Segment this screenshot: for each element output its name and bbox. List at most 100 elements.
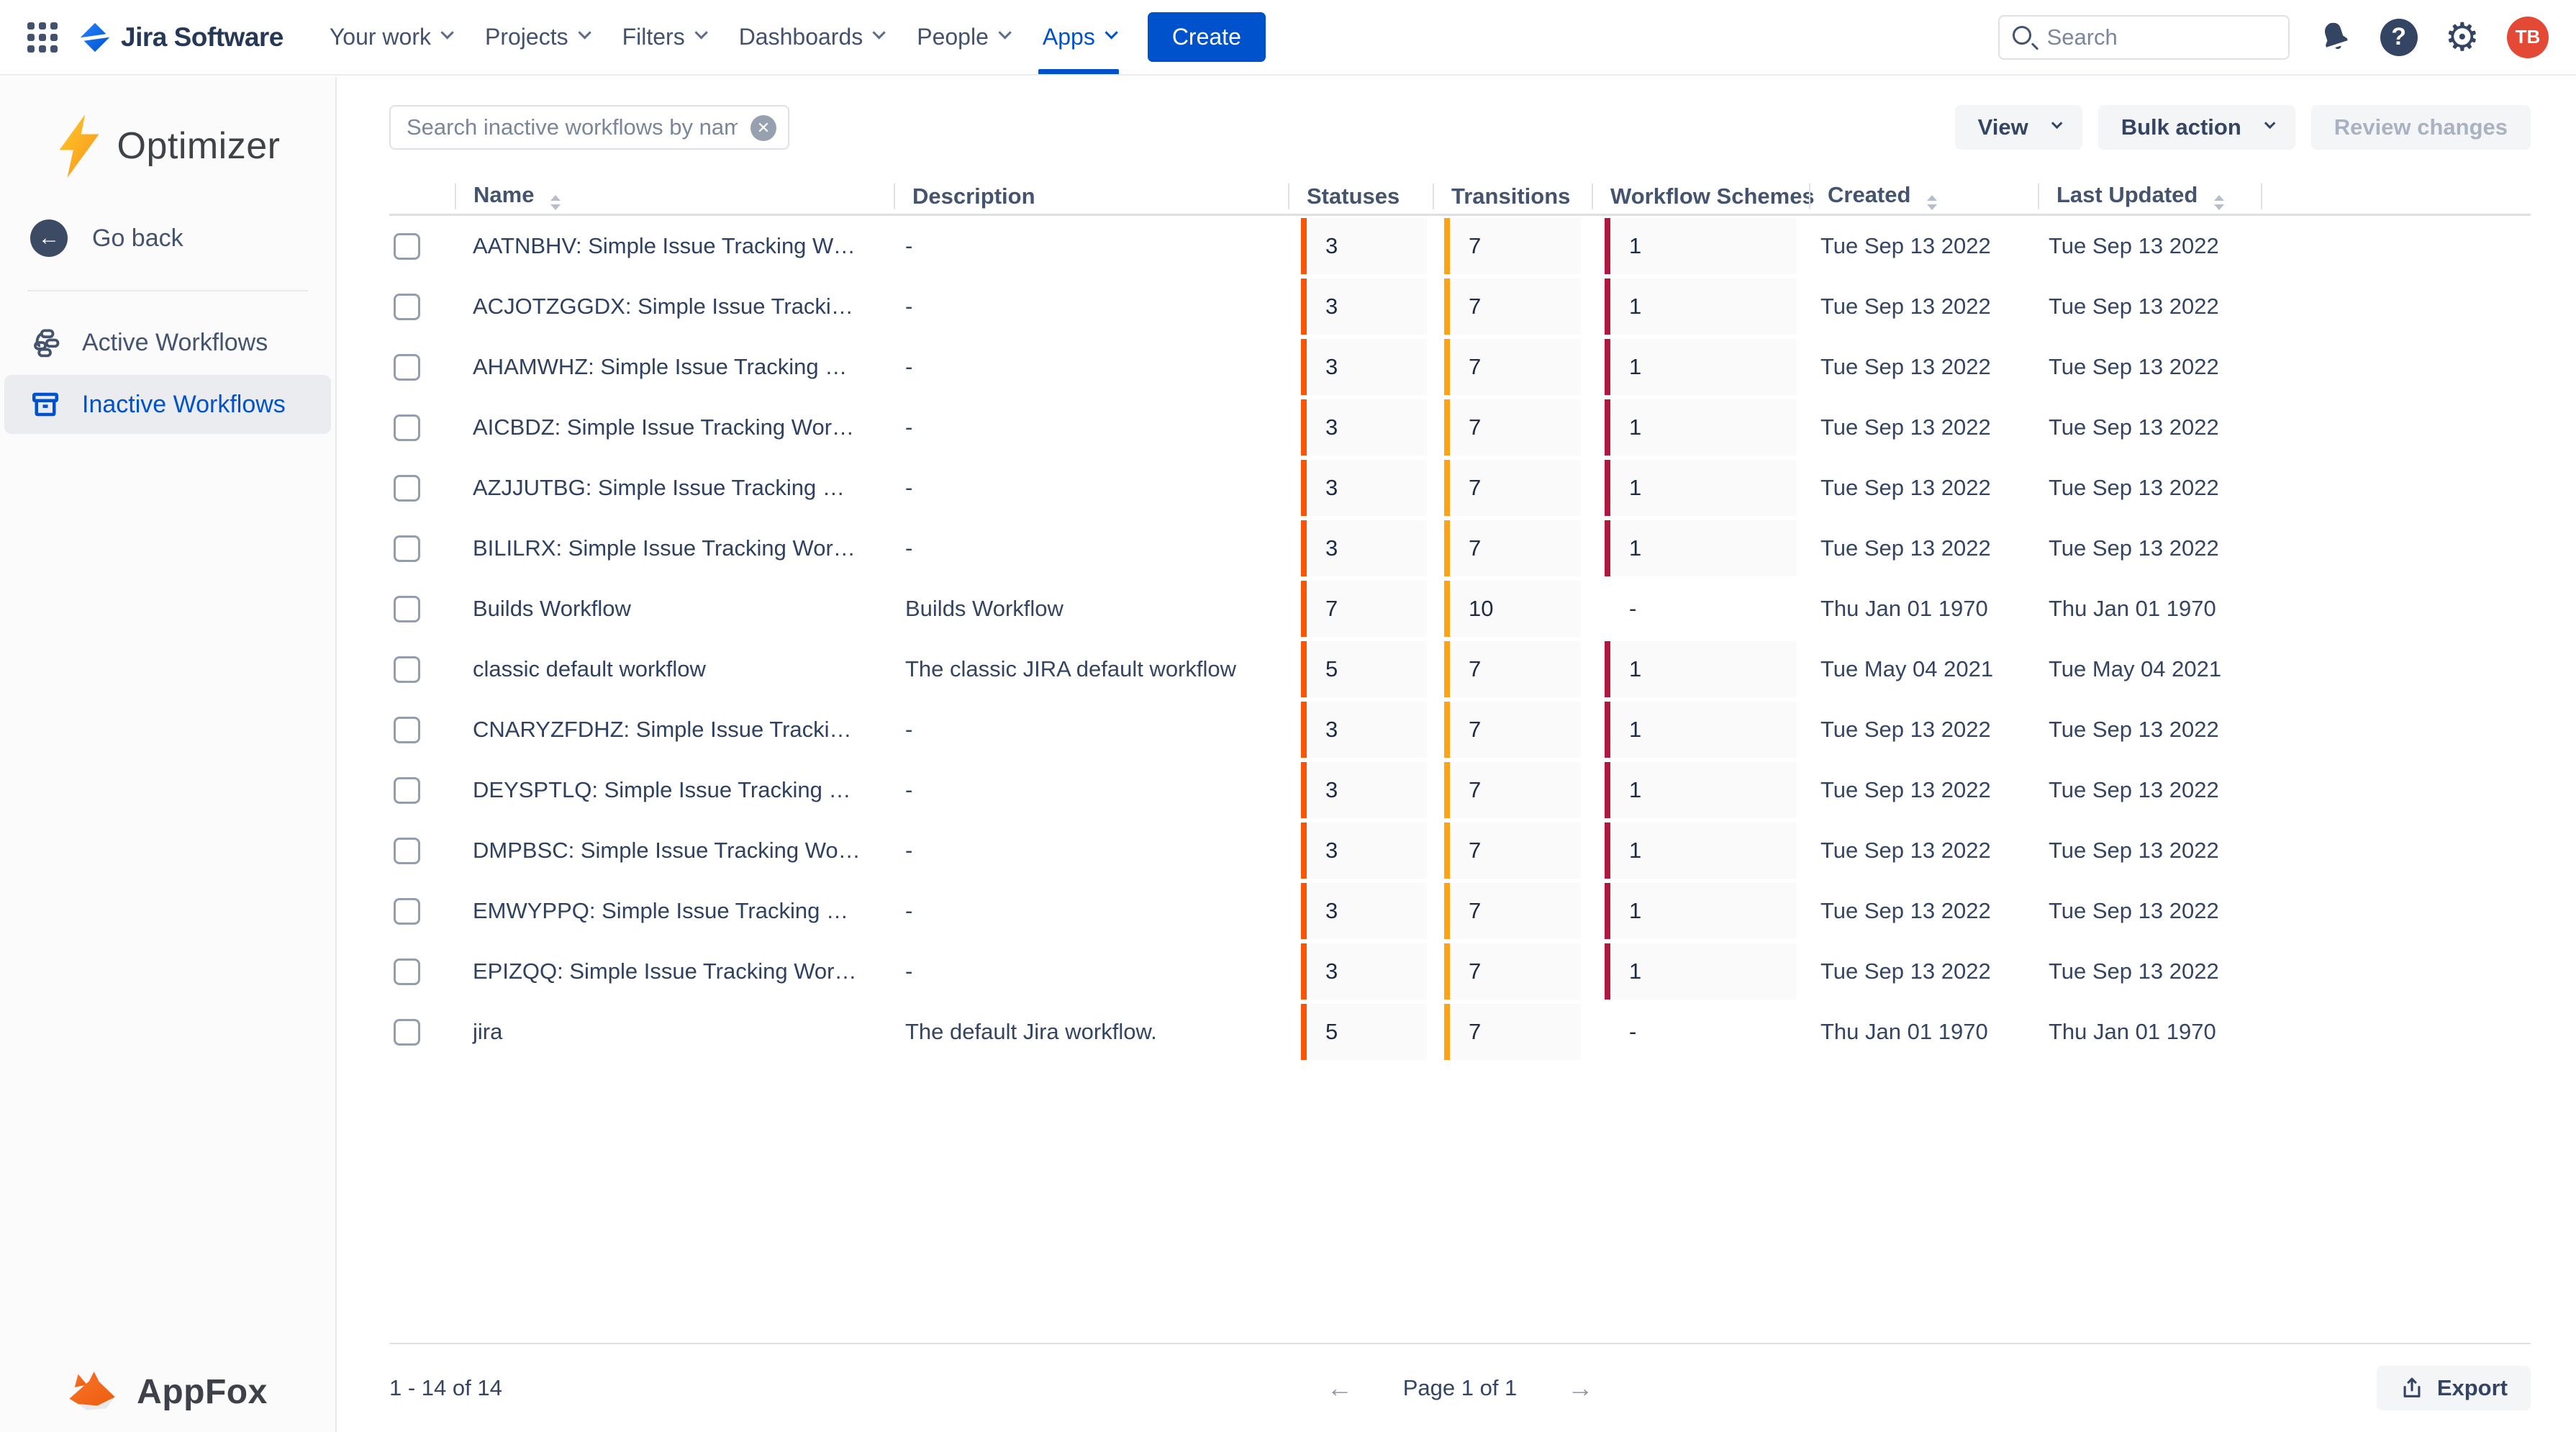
table-row[interactable]: ACJOTZGGDX: Simple Issue Tracking Workfl… [389,276,2531,337]
settings-gear-icon[interactable]: ⚙ [2445,18,2480,57]
row-checkbox[interactable] [394,838,420,864]
workflow-search-input[interactable] [389,105,789,150]
help-icon[interactable]: ? [2380,19,2418,56]
column-header-statuses: Statuses [1288,183,1433,209]
column-header-last-updated[interactable]: Last Updated [2038,182,2261,210]
table-row[interactable]: jira The default Jira workflow. 5 7 - Th… [389,1002,2531,1062]
global-search-input[interactable] [1998,15,2290,60]
table-row[interactable]: AICBDZ: Simple Issue Tracking Workflow -… [389,397,2531,458]
table-row[interactable]: classic default workflow The classic JIR… [389,639,2531,699]
workflow-description: - [894,898,1288,924]
created-date: Thu Jan 01 1970 [1809,1019,2038,1045]
workflow-name[interactable]: AATNBHV: Simple Issue Tracking Workflow [455,233,894,259]
table-row[interactable]: AHAMWHZ: Simple Issue Tracking Workflow … [389,337,2531,397]
fox-icon [68,1370,124,1413]
row-checkbox[interactable] [394,1019,420,1046]
table-row[interactable]: AATNBHV: Simple Issue Tracking Workflow … [389,216,2531,276]
clear-search-icon[interactable]: ✕ [750,115,776,141]
workflow-name[interactable]: jira [455,1019,894,1045]
table-header-row: Name Description Statuses Transitions Wo… [389,178,2531,216]
workflow-name[interactable]: BILILRX: Simple Issue Tracking Workflow [455,535,894,561]
nav-item-projects[interactable]: Projects [468,0,605,74]
bulk-action-button[interactable]: Bulk action [2098,105,2295,150]
last-updated-date: Tue Sep 13 2022 [2038,898,2261,924]
app-switcher-icon[interactable] [27,22,58,53]
sidebar-divider [27,290,308,291]
column-header-created[interactable]: Created [1809,182,2038,210]
row-checkbox[interactable] [394,233,420,260]
nav-item-filters[interactable]: Filters [605,0,722,74]
upload-icon [2400,1376,2424,1400]
pagination: ← Page 1 of 1 → [1327,1373,1594,1403]
row-checkbox[interactable] [394,777,420,804]
row-checkbox[interactable] [394,294,420,320]
go-back-button[interactable]: ← Go back [0,219,335,257]
review-changes-button[interactable]: Review changes [2311,105,2531,150]
workflow-description: The default Jira workflow. [894,1019,1288,1045]
optimizer-sidebar: Optimizer ← Go back Active Workflows In [0,77,337,1432]
row-checkbox[interactable] [394,535,420,562]
nav-item-people[interactable]: People [899,0,1025,74]
workflow-name[interactable]: ACJOTZGGDX: Simple Issue Tracking Workfl… [455,294,894,320]
sidebar-item-inactive-workflows[interactable]: Inactive Workflows [4,375,331,434]
row-checkbox[interactable] [394,959,420,985]
workflow-name[interactable]: CNARYZFDHZ: Simple Issue Tracking Workfl… [455,717,894,743]
next-page-icon[interactable]: → [1567,1373,1593,1403]
created-date: Tue Sep 13 2022 [1809,959,2038,984]
table-row[interactable]: EMWYPPQ: Simple Issue Tracking Workflow … [389,881,2531,941]
row-checkbox[interactable] [394,596,420,622]
row-checkbox[interactable] [394,898,420,925]
workflow-schemes-count: - [1605,581,1797,637]
export-button[interactable]: Export [2377,1366,2531,1410]
created-date: Tue Sep 13 2022 [1809,294,2038,320]
row-checkbox[interactable] [394,414,420,441]
table-row[interactable]: BILILRX: Simple Issue Tracking Workflow … [389,518,2531,579]
table-row[interactable]: AZJJUTBG: Simple Issue Tracking Workflow… [389,458,2531,518]
workflow-search: ✕ [389,105,789,150]
table-row[interactable]: DEYSPTLQ: Simple Issue Tracking Workflow… [389,760,2531,820]
workflow-description: - [894,535,1288,561]
transitions-count: 7 [1444,520,1581,576]
last-updated-date: Tue Sep 13 2022 [2038,535,2261,561]
table-row[interactable]: DMPBSC: Simple Issue Tracking Workflow -… [389,820,2531,881]
column-header-name[interactable]: Name [455,182,894,210]
row-checkbox[interactable] [394,656,420,683]
workflow-name[interactable]: DEYSPTLQ: Simple Issue Tracking Workflow [455,777,894,803]
workflow-name[interactable]: classic default workflow [455,656,894,682]
table-row[interactable]: EPIZQQ: Simple Issue Tracking Workflow -… [389,941,2531,1002]
create-button[interactable]: Create [1148,12,1266,62]
row-checkbox[interactable] [394,717,420,743]
jira-diamond-icon [79,22,111,53]
row-checkbox[interactable] [394,475,420,502]
last-updated-date: Tue Sep 13 2022 [2038,414,2261,440]
workflow-name[interactable]: AHAMWHZ: Simple Issue Tracking Workflow [455,354,894,380]
table-row[interactable]: Builds Workflow Builds Workflow 7 10 - T… [389,579,2531,639]
previous-page-icon[interactable]: ← [1327,1373,1353,1403]
workflow-name[interactable]: DMPBSC: Simple Issue Tracking Workflow [455,838,894,864]
sort-icon [1927,195,1937,210]
jira-logo[interactable]: Jira Software [79,22,284,53]
last-updated-date: Tue Sep 13 2022 [2038,838,2261,864]
notifications-icon[interactable] [2317,19,2353,55]
column-header-transitions: Transitions [1433,183,1592,209]
nav-item-dashboards[interactable]: Dashboards [722,0,900,74]
workflow-name[interactable]: AZJJUTBG: Simple Issue Tracking Workflow [455,475,894,501]
sidebar-item-active-workflows[interactable]: Active Workflows [4,313,331,372]
nav-item-apps[interactable]: Apps [1025,0,1132,74]
transitions-count: 7 [1444,641,1581,697]
nav-item-your-work[interactable]: Your work [312,0,468,74]
primary-nav: Your work Projects Filters Dashboards Pe… [312,0,1132,74]
view-button[interactable]: View [1955,105,2082,150]
workflow-name[interactable]: EMWYPPQ: Simple Issue Tracking Workflow [455,898,894,924]
workflow-name[interactable]: EPIZQQ: Simple Issue Tracking Workflow [455,959,894,984]
user-avatar[interactable]: TB [2507,17,2549,58]
created-date: Thu Jan 01 1970 [1809,596,2038,622]
workflow-description: - [894,233,1288,259]
chevron-down-icon [2051,117,2063,129]
table-row[interactable]: CNARYZFDHZ: Simple Issue Tracking Workfl… [389,699,2531,760]
row-checkbox[interactable] [394,354,420,381]
transitions-count: 7 [1444,762,1581,818]
workflow-name[interactable]: AICBDZ: Simple Issue Tracking Workflow [455,414,894,440]
workflow-description: - [894,414,1288,440]
workflow-name[interactable]: Builds Workflow [455,596,894,622]
